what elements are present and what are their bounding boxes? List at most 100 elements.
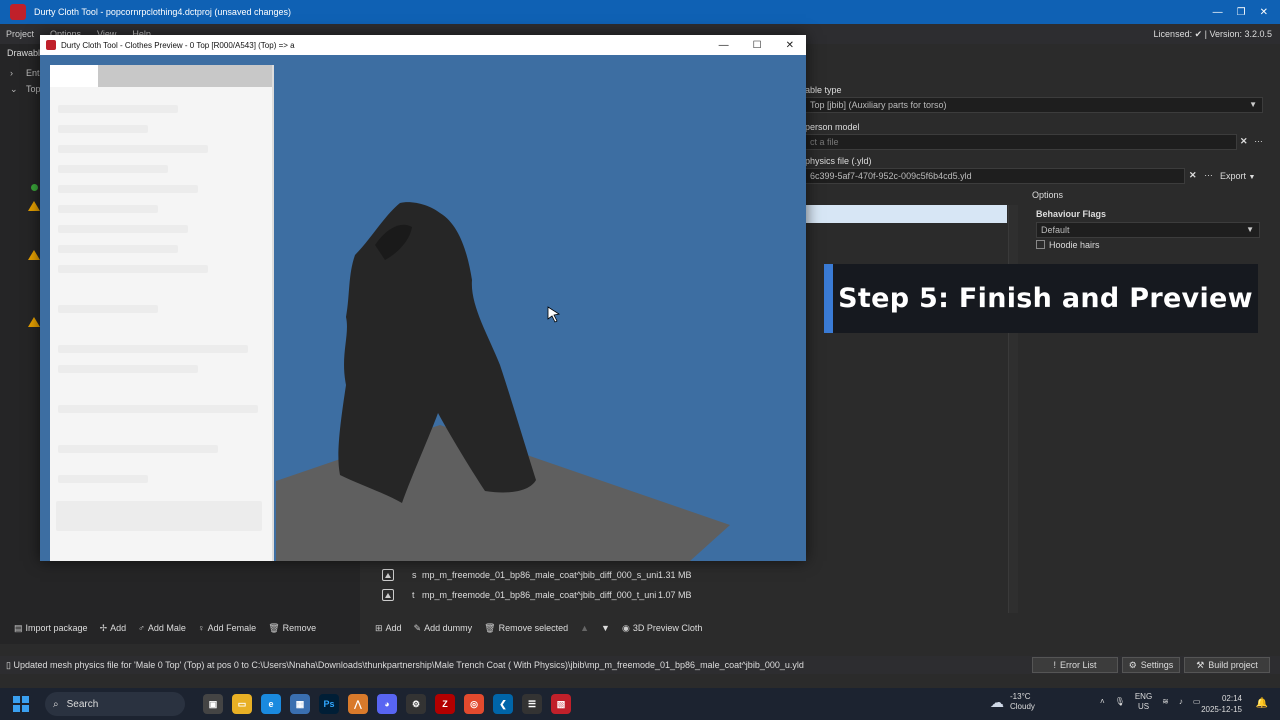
tree-item-entity[interactable]: Ent xyxy=(26,68,40,78)
texture-row[interactable]: t mp_m_freemode_01_bp86_male_coat^jbib_d… xyxy=(370,585,1010,605)
battery-icon[interactable]: ▭ xyxy=(1193,697,1201,707)
build-project-button[interactable]: ⚒ Build project xyxy=(1184,657,1270,673)
chevron-down-icon: ▼ xyxy=(1249,100,1257,109)
store-icon[interactable]: ▦ xyxy=(290,694,310,714)
close-icon[interactable]: ✕ xyxy=(786,40,794,51)
add-button[interactable]: ✢ Add xyxy=(100,623,127,634)
close-icon[interactable]: ✕ xyxy=(1260,7,1268,18)
person-model-field[interactable]: ct a file xyxy=(805,134,1237,150)
volume-icon[interactable]: ♪ xyxy=(1179,697,1183,707)
add-male-button[interactable]: ♂ Add Male xyxy=(138,623,186,633)
behaviour-flags-select[interactable]: Default ▼ xyxy=(1036,222,1260,238)
banner-text: Step 5: Finish and Preview xyxy=(838,283,1253,314)
preview-viewport[interactable] xyxy=(40,55,806,561)
trash-icon: 🗑 xyxy=(268,622,280,633)
photoshop-icon[interactable]: Ps xyxy=(319,694,339,714)
blurred-row xyxy=(58,365,198,373)
windows-start-icon[interactable] xyxy=(13,696,29,712)
notification-bell-icon[interactable]: 🔔 xyxy=(1256,698,1268,709)
clear-icon[interactable]: ✕ xyxy=(1189,170,1197,181)
move-up-icon[interactable]: ▲ xyxy=(580,623,589,633)
blender-icon[interactable]: ⋀ xyxy=(348,694,368,714)
app-window-controls: — ❐ ✕ xyxy=(1213,7,1268,18)
settings-button[interactable]: ⚙ Settings xyxy=(1122,657,1180,673)
texture-name: mp_m_freemode_01_bp86_male_coat^jbib_dif… xyxy=(422,570,659,580)
import-icon: ▤ xyxy=(14,622,23,633)
license-label: Licensed: ✔ | Version: 3.2.0.5 xyxy=(1153,29,1272,39)
blurred-row xyxy=(58,165,168,173)
texture-row[interactable]: s mp_m_freemode_01_bp86_male_coat^jbib_d… xyxy=(370,565,1010,585)
language-indicator[interactable]: ENG US xyxy=(1135,692,1152,712)
blurred-row xyxy=(58,205,158,213)
move-down-icon[interactable]: ▼ xyxy=(601,623,610,633)
preview-cloth-button[interactable]: ◉ 3D Preview Cloth xyxy=(622,623,702,634)
blurred-row xyxy=(58,345,248,353)
error-list-button[interactable]: ! Error List xyxy=(1032,657,1118,673)
add-dummy-button[interactable]: ✎ Add dummy xyxy=(414,623,473,634)
durty-cloth-tool-icon[interactable]: ▧ xyxy=(551,694,571,714)
blurred-row xyxy=(58,475,148,483)
file-explorer-icon[interactable]: ▭ xyxy=(232,694,252,714)
preview-side-panel xyxy=(50,65,274,561)
status-message: ▯ Updated mesh physics file for 'Male 0 … xyxy=(6,659,804,670)
task-view-icon[interactable]: ▣ xyxy=(203,694,223,714)
taskbar-search[interactable]: ⌕ Search xyxy=(45,692,185,716)
chrome-icon[interactable]: ◎ xyxy=(464,694,484,714)
physics-file-label: physics file (.yld) xyxy=(805,156,872,166)
tree-expand-icon[interactable]: › xyxy=(10,68,13,78)
taskbar-clock[interactable]: 02:14 2025-12-15 xyxy=(1201,693,1242,715)
chevron-up-icon[interactable]: ˄ xyxy=(1100,697,1105,707)
warning-icon xyxy=(28,250,40,260)
tree-collapse-icon[interactable]: ⌄ xyxy=(10,84,18,95)
preview-title: Durty Cloth Tool - Clothes Preview - 0 T… xyxy=(61,40,295,50)
filezilla-icon[interactable]: Z xyxy=(435,694,455,714)
preview-side-tab[interactable] xyxy=(50,65,98,87)
import-package-button[interactable]: ▤ Import package xyxy=(14,623,88,634)
hoodie-hairs-checkbox[interactable] xyxy=(1036,240,1045,249)
remove-button[interactable]: 🗑 Remove xyxy=(268,623,316,634)
menu-project[interactable]: Project xyxy=(6,29,34,39)
browse-icon[interactable]: … xyxy=(1204,168,1213,178)
edge-icon[interactable]: e xyxy=(261,694,281,714)
minimize-icon[interactable]: — xyxy=(1213,7,1223,18)
physics-file-field[interactable]: 6c399-5af7-470f-952c-009c5f6b4cd5.yld xyxy=(805,168,1185,184)
male-icon: ♂ xyxy=(138,623,145,633)
preview-window-controls: — ☐ ✕ xyxy=(719,40,794,51)
image-icon xyxy=(382,589,394,601)
remove-selected-button[interactable]: 🗑 Remove selected xyxy=(484,623,568,634)
browse-icon[interactable]: … xyxy=(1254,134,1263,144)
add-female-button[interactable]: ♀ Add Female xyxy=(198,623,256,633)
warning-icon xyxy=(28,201,40,211)
texture-name: mp_m_freemode_01_bp86_male_coat^jbib_dif… xyxy=(422,590,657,600)
preview-logo-icon xyxy=(46,40,56,50)
blurred-row xyxy=(58,125,148,133)
tree-item-top[interactable]: Top xyxy=(26,84,41,94)
task-manager-icon[interactable]: ☰ xyxy=(522,694,542,714)
minimize-icon[interactable]: — xyxy=(719,40,729,51)
maximize-icon[interactable]: ☐ xyxy=(753,40,762,51)
warning-icon xyxy=(28,317,40,327)
steam-icon[interactable]: ⚙ xyxy=(406,694,426,714)
blurred-row xyxy=(58,445,218,453)
weather-widget[interactable]: ☁ -13°C Cloudy xyxy=(990,692,1035,712)
preview-window: Durty Cloth Tool - Clothes Preview - 0 T… xyxy=(40,35,806,561)
vscode-icon[interactable]: ❮ xyxy=(493,694,513,714)
blurred-row xyxy=(58,105,178,113)
discord-icon[interactable]: ◕ xyxy=(377,694,397,714)
drawable-type-select[interactable]: Top [jbib] (Auxiliary parts for torso) ▼ xyxy=(805,97,1263,113)
microphone-icon[interactable]: 🎙 xyxy=(1115,697,1125,707)
maximize-icon[interactable]: ❐ xyxy=(1237,7,1246,18)
build-icon: ⚒ xyxy=(1196,659,1205,670)
image-icon xyxy=(382,569,394,581)
step-banner: Step 5: Finish and Preview xyxy=(824,264,1258,333)
dummy-icon: ✎ xyxy=(413,622,422,633)
add-texture-button[interactable]: ⊞ Add xyxy=(375,623,402,634)
export-button[interactable]: Export ▼ xyxy=(1220,171,1255,181)
status-ok-icon xyxy=(31,184,38,191)
add-icon: ⊞ xyxy=(375,622,383,633)
blurred-row xyxy=(58,265,208,273)
status-bar: ▯ Updated mesh physics file for 'Male 0 … xyxy=(0,656,1280,674)
clear-icon[interactable]: ✕ xyxy=(1240,136,1248,147)
selected-texture-row[interactable] xyxy=(805,205,1007,223)
wifi-icon[interactable]: ≋ xyxy=(1162,697,1169,707)
